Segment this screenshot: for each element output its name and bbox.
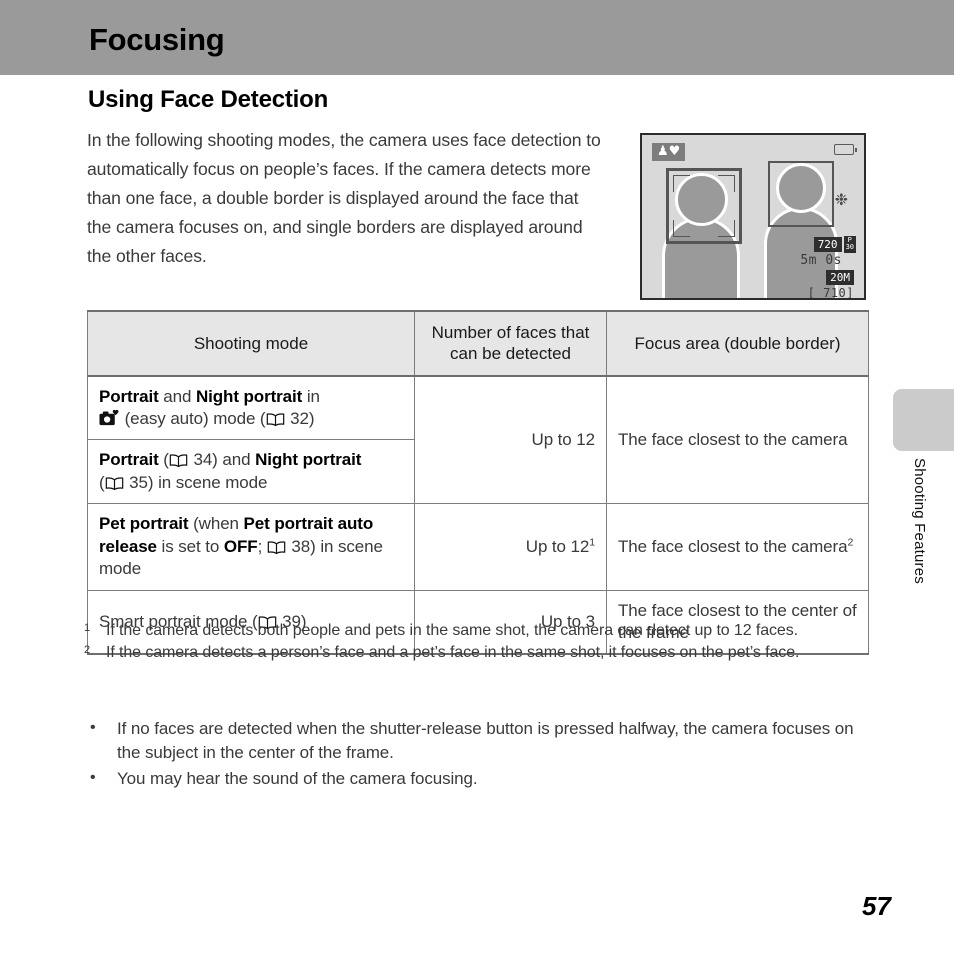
mode-name-bold: Portrait bbox=[99, 450, 159, 470]
movie-quality-indicator: 720 P 30 bbox=[813, 236, 856, 253]
page-number: 57 bbox=[862, 891, 891, 921]
shots-remaining-indicator: [ 710] bbox=[807, 286, 854, 300]
double-focus-border-inner bbox=[673, 175, 735, 237]
focus-corner-top-left bbox=[673, 175, 690, 192]
list-item: • If no faces are detected when the shutt… bbox=[86, 717, 876, 765]
table-body: Portrait and Night portrait in (easy aut… bbox=[87, 374, 869, 656]
easy-auto-mode-icon bbox=[99, 409, 119, 426]
focus-corner-bottom-right bbox=[718, 220, 735, 237]
mode-name-bold: Night portrait bbox=[255, 450, 362, 470]
table-row: Pet portrait (when Pet portrait auto rele… bbox=[87, 503, 869, 591]
footnote: 1 If the camera detects both people and p… bbox=[84, 620, 874, 642]
mode-text: (when bbox=[188, 514, 244, 534]
mode-text: and bbox=[158, 386, 196, 406]
mode-text: in bbox=[302, 386, 320, 406]
image-size-indicator: 20M bbox=[826, 270, 854, 285]
cell-face-count: Up to 121 bbox=[414, 503, 607, 591]
cell-focus-area: The face closest to the camera bbox=[606, 374, 869, 505]
mode-text: is set to bbox=[156, 536, 224, 556]
footnote: 2 If the camera detects a person’s face a… bbox=[84, 642, 874, 664]
mode-text: 32) bbox=[285, 408, 315, 428]
cell-shooting-mode: Portrait and Night portrait in (easy aut… bbox=[87, 374, 415, 441]
cell-face-count-text: Up to 12 bbox=[531, 429, 596, 449]
mode-text: ; bbox=[257, 536, 267, 556]
page-title: Focusing bbox=[89, 22, 225, 57]
focus-corner-top-right bbox=[718, 175, 735, 192]
book-reference-icon bbox=[169, 454, 188, 468]
cell-face-count-footnote-marker: 1 bbox=[589, 536, 595, 549]
mode-name-bold: release bbox=[99, 536, 157, 556]
book-reference-icon bbox=[105, 477, 123, 490]
mode-text: 38) in scene bbox=[286, 536, 383, 556]
bullet-text: If no faces are detected when the shutte… bbox=[117, 719, 854, 763]
column-header-shooting-mode: Shooting mode bbox=[87, 310, 415, 377]
book-reference-icon bbox=[266, 413, 284, 426]
footnote-marker: 1 bbox=[84, 622, 91, 634]
footnote-marker: 2 bbox=[84, 644, 91, 657]
single-focus-border bbox=[768, 161, 834, 227]
mode-name-bold: Pet portrait bbox=[99, 514, 189, 534]
movie-resolution-chip: 720 bbox=[813, 236, 842, 252]
cell-shooting-mode: Portrait ( 34) and Night portrait( 35) i… bbox=[87, 439, 415, 505]
column-header-focus-area: Focus area (double border) bbox=[606, 310, 869, 377]
cell-focus-area-footnote-marker: 2 bbox=[847, 536, 854, 549]
battery-icon bbox=[834, 144, 857, 155]
chapter-tab-label: Shooting Features bbox=[911, 458, 928, 584]
mode-text: 35) in scene mode bbox=[124, 472, 268, 492]
bullet-text: You may hear the sound of the camera foc… bbox=[117, 769, 478, 789]
column-header-face-count: Number of faces that can be detected bbox=[414, 310, 607, 377]
cell-face-count-text: Up to 12 bbox=[525, 536, 590, 556]
movie-framerate-bottom: 30 bbox=[845, 243, 854, 252]
cell-focus-area-text: The face closest to the camera bbox=[618, 536, 848, 556]
record-time-remaining: 5m 0s bbox=[800, 253, 842, 268]
chapter-tab-block bbox=[893, 389, 954, 451]
mode-text: ( bbox=[158, 450, 169, 470]
bullet-marker: • bbox=[90, 719, 96, 736]
cell-shooting-mode: Pet portrait (when Pet portrait auto rele… bbox=[87, 503, 415, 591]
cell-face-count: Up to 12 bbox=[414, 374, 607, 505]
mode-text: mode bbox=[99, 559, 142, 579]
section-heading: Using Face Detection bbox=[88, 86, 329, 113]
movie-framerate-chip: P 30 bbox=[843, 236, 856, 253]
cell-focus-area: The face closest to the camera2 bbox=[606, 503, 869, 591]
table-row: Portrait and Night portrait in (easy aut… bbox=[87, 374, 869, 505]
face-detection-table: Shooting mode Number of faces that can b… bbox=[87, 310, 869, 656]
intro-paragraph: In the following shooting modes, the cam… bbox=[87, 130, 601, 266]
note-bullet-list: • If no faces are detected when the shutt… bbox=[86, 717, 876, 793]
mode-name-bold: Portrait bbox=[99, 386, 159, 406]
footnote-text: If the camera detects a person’s face an… bbox=[106, 644, 800, 662]
mode-name-bold: Pet portrait auto bbox=[243, 514, 374, 534]
camera-monitor-illustration: ♟♥ ❉ 720 P 30 5m 0s 20M [ 710] bbox=[640, 133, 866, 300]
footnote-list: 1 If the camera detects both people and p… bbox=[84, 620, 874, 664]
mode-text: (easy auto) mode ( bbox=[120, 408, 266, 428]
list-item: • You may hear the sound of the camera fo… bbox=[86, 767, 876, 791]
mode-text: 34) and bbox=[188, 450, 256, 470]
macro-flower-icon: ❉ bbox=[834, 192, 848, 209]
focus-corner-bottom-left bbox=[673, 220, 690, 237]
scene-mode-icon: ♟♥ bbox=[652, 143, 686, 161]
mode-name-bold: OFF bbox=[223, 536, 258, 556]
bullet-marker: • bbox=[90, 769, 96, 787]
cell-focus-area-text: The face closest to the camera bbox=[618, 429, 848, 449]
table-header-row: Shooting mode Number of faces that can b… bbox=[87, 310, 869, 377]
mode-name-bold: Night portrait bbox=[195, 386, 303, 406]
double-focus-border bbox=[666, 168, 742, 244]
footnote-text: If the camera detects both people and pe… bbox=[106, 622, 798, 639]
book-reference-icon bbox=[267, 541, 286, 554]
